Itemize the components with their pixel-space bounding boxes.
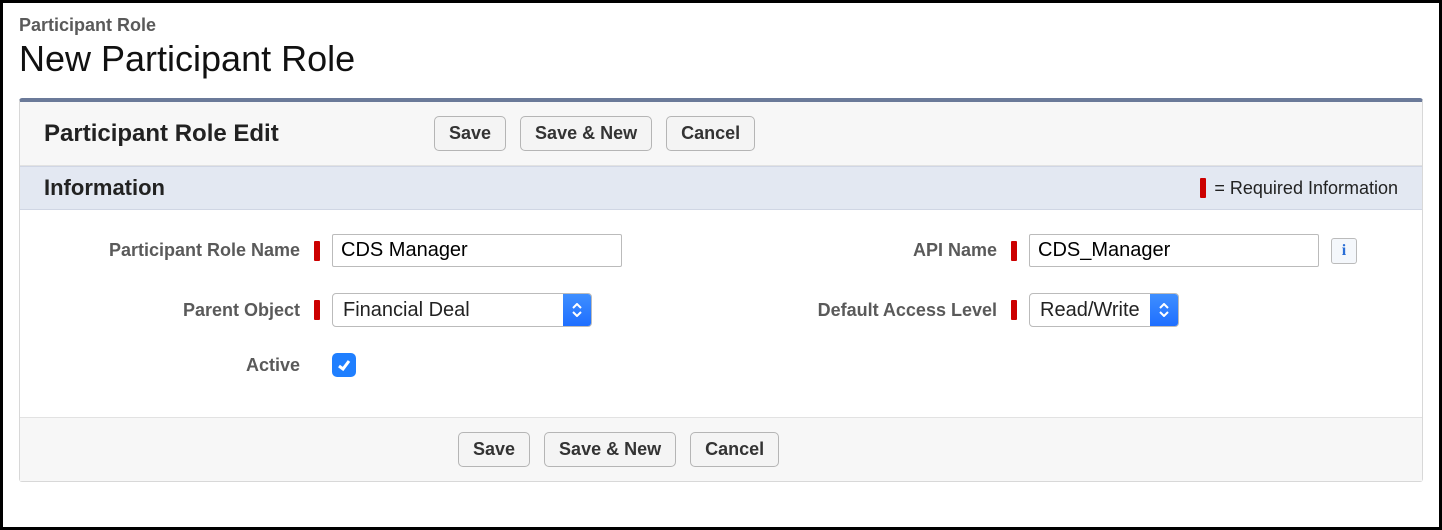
save-and-new-button[interactable]: Save & New — [544, 432, 676, 467]
chevron-updown-icon — [563, 294, 591, 326]
page-frame: Participant Role New Participant Role Pa… — [0, 0, 1442, 530]
bottom-button-row: Save Save & New Cancel — [458, 432, 779, 467]
required-marker-icon — [1011, 241, 1017, 261]
label-api-name: API Name — [741, 240, 1011, 261]
required-marker-icon — [1200, 178, 1206, 198]
panel-header: Participant Role Edit Save Save & New Ca… — [20, 102, 1422, 166]
field-active: Active — [44, 353, 701, 377]
field-default-access-level: Default Access Level Read/Write — [741, 293, 1398, 327]
save-button[interactable]: Save — [434, 116, 506, 151]
check-icon — [336, 357, 352, 373]
panel-footer: Save Save & New Cancel — [20, 417, 1422, 481]
panel-edit-title: Participant Role Edit — [44, 120, 434, 148]
parent-object-select-value: Financial Deal — [333, 294, 563, 326]
required-marker-icon — [314, 241, 320, 261]
default-access-level-select-value: Read/Write — [1030, 294, 1150, 326]
api-name-input[interactable] — [1029, 234, 1319, 267]
save-and-new-button[interactable]: Save & New — [520, 116, 652, 151]
label-participant-role-name: Participant Role Name — [44, 240, 314, 261]
label-parent-object: Parent Object — [44, 300, 314, 321]
form-grid: Participant Role Name API Name i — [44, 234, 1398, 377]
required-legend: = Required Information — [1200, 178, 1398, 199]
breadcrumb: Participant Role — [19, 15, 1423, 36]
cancel-button[interactable]: Cancel — [666, 116, 755, 151]
form-body: Participant Role Name API Name i — [20, 210, 1422, 417]
field-parent-object: Parent Object Financial Deal — [44, 293, 701, 327]
field-participant-role-name: Participant Role Name — [44, 234, 701, 267]
required-marker-icon — [314, 300, 320, 320]
section-title: Information — [44, 175, 165, 201]
participant-role-name-input[interactable] — [332, 234, 622, 267]
required-legend-text: = Required Information — [1214, 178, 1398, 199]
label-default-access-level: Default Access Level — [741, 300, 1011, 321]
parent-object-select[interactable]: Financial Deal — [332, 293, 592, 327]
default-access-level-select[interactable]: Read/Write — [1029, 293, 1179, 327]
save-button[interactable]: Save — [458, 432, 530, 467]
active-checkbox[interactable] — [332, 353, 356, 377]
field-api-name: API Name i — [741, 234, 1398, 267]
chevron-updown-icon — [1150, 294, 1178, 326]
section-header: Information = Required Information — [20, 166, 1422, 210]
required-marker-icon — [1011, 300, 1017, 320]
label-active: Active — [44, 355, 314, 376]
edit-panel: Participant Role Edit Save Save & New Ca… — [19, 98, 1423, 482]
info-icon[interactable]: i — [1331, 238, 1357, 264]
top-button-row: Save Save & New Cancel — [434, 116, 755, 151]
page-title: New Participant Role — [19, 38, 1423, 80]
cancel-button[interactable]: Cancel — [690, 432, 779, 467]
